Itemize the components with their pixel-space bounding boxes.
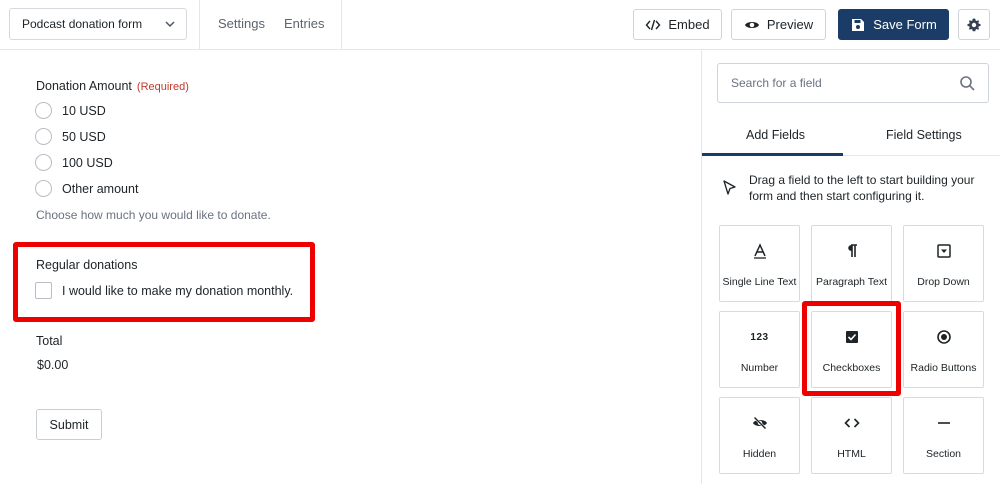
tab-add-fields[interactable]: Add Fields [746, 128, 805, 142]
settings-button[interactable] [958, 9, 990, 40]
radio-button[interactable] [35, 102, 52, 119]
donation-amount-label: Donation Amount (Required) [36, 79, 189, 93]
form-canvas: Donation Amount (Required) 10 USD 50 USD … [0, 50, 701, 484]
radio-option-50[interactable]: 50 USD [35, 128, 106, 145]
top-bar: Podcast donation form Settings Entries E… [0, 0, 1000, 50]
radio-option-100[interactable]: 100 USD [35, 154, 113, 171]
donation-help-text: Choose how much you would like to donate… [36, 208, 271, 222]
field-drop-down[interactable]: Drop Down [903, 225, 984, 302]
radio-button[interactable] [35, 154, 52, 171]
preview-button[interactable]: Preview [731, 9, 826, 40]
gear-icon [967, 18, 981, 31]
number-icon: 123 [750, 331, 769, 343]
save-form-button[interactable]: Save Form [838, 9, 949, 40]
field-sidebar: Search for a field Add Fields Field Sett… [701, 50, 1000, 484]
monthly-donation-checkbox[interactable]: I would like to make my donation monthly… [35, 282, 293, 299]
embed-button[interactable]: Embed [633, 9, 722, 40]
preview-label: Preview [766, 17, 814, 32]
tab-field-settings[interactable]: Field Settings [886, 128, 962, 142]
eye-off-icon [752, 416, 767, 430]
required-indicator: (Required) [136, 81, 189, 93]
radio-button[interactable] [35, 128, 52, 145]
checkbox[interactable] [35, 282, 52, 299]
drag-hint: Drag a field to the left to start buildi… [722, 172, 992, 204]
paragraph-icon [847, 244, 857, 257]
code-icon [843, 418, 860, 428]
eye-icon [744, 21, 759, 28]
form-selector[interactable]: Podcast donation form [9, 8, 187, 40]
field-number[interactable]: 123 Number [719, 311, 800, 388]
save-icon [852, 18, 865, 31]
field-single-line-text[interactable]: Single Line Text [719, 225, 800, 302]
nav-entries[interactable]: Entries [284, 16, 324, 31]
search-icon [960, 76, 975, 91]
highlight-box [802, 301, 901, 396]
form-name: Podcast donation form [22, 17, 143, 31]
cursor-icon [723, 180, 736, 195]
total-label: Total [36, 334, 63, 348]
field-search-input[interactable]: Search for a field [717, 63, 989, 103]
field-hidden[interactable]: Hidden [719, 397, 800, 474]
field-section[interactable]: Section [903, 397, 984, 474]
active-tab-indicator [702, 153, 843, 156]
section-icon [937, 422, 950, 424]
total-value: $0.00 [37, 358, 69, 372]
divider [199, 0, 200, 50]
regular-donations-label: Regular donations [36, 258, 138, 272]
radio-button[interactable] [35, 180, 52, 197]
text-icon [753, 243, 766, 259]
search-placeholder: Search for a field [731, 76, 822, 90]
field-paragraph-text[interactable]: Paragraph Text [811, 225, 892, 302]
save-form-label: Save Form [873, 17, 937, 32]
code-icon [645, 19, 661, 30]
radio-icon [936, 330, 951, 344]
nav-settings[interactable]: Settings [218, 16, 265, 31]
radio-option-10[interactable]: 10 USD [35, 102, 106, 119]
submit-button[interactable]: Submit [36, 409, 102, 440]
radio-option-other[interactable]: Other amount [35, 180, 138, 197]
chevron-down-icon [165, 21, 175, 28]
divider [341, 0, 342, 50]
field-radio-buttons[interactable]: Radio Buttons [903, 311, 984, 388]
sidebar-tabs: Add Fields Field Settings [702, 120, 1000, 156]
embed-label: Embed [668, 17, 710, 32]
dropdown-icon [936, 244, 951, 258]
field-html[interactable]: HTML [811, 397, 892, 474]
